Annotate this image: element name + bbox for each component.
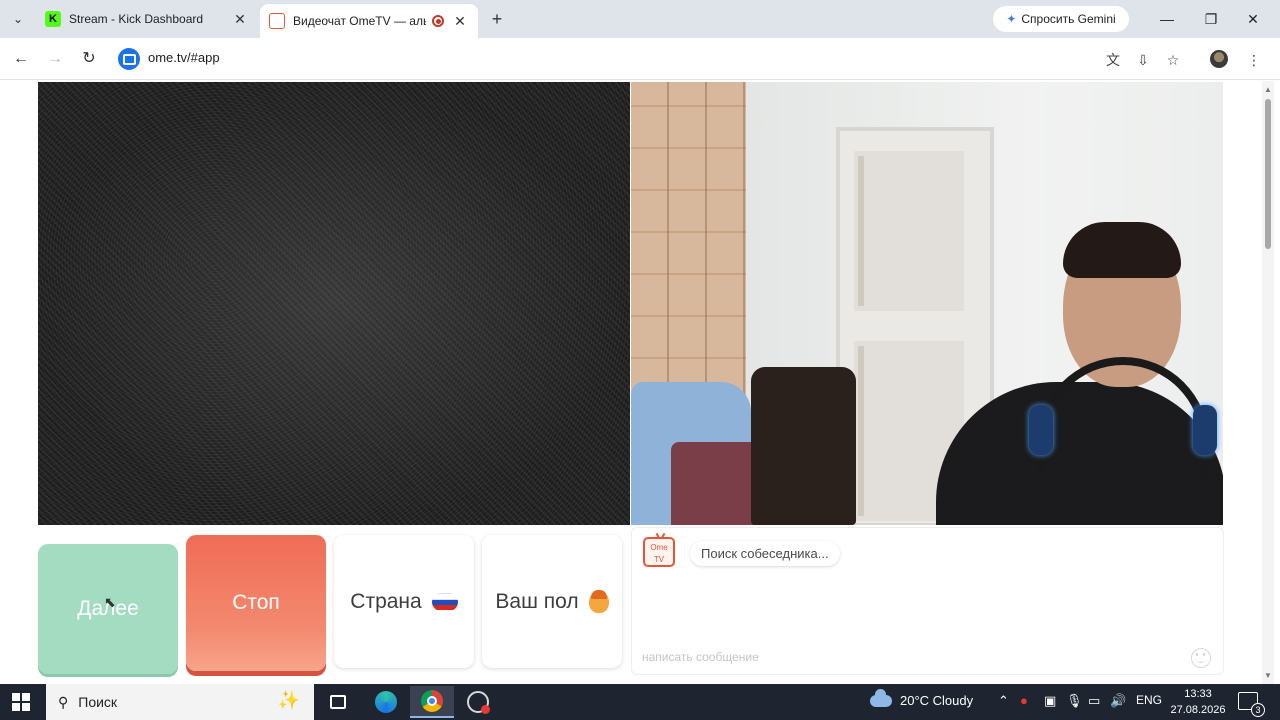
mouse-cursor-icon: ⬉ [104,594,116,610]
close-window-button[interactable]: ✕ [1238,7,1268,31]
windows-start-icon[interactable] [12,693,30,711]
edge-taskbar-button[interactable] [364,686,408,718]
language-indicator[interactable]: ENG [1136,693,1162,707]
ometv-logo-icon: Ome TV [643,537,675,567]
stop-button[interactable]: Стоп [186,535,326,671]
chrome-taskbar-button[interactable] [410,686,454,718]
partner-video-static [38,82,630,525]
tab-kick-dashboard[interactable]: K Stream - Kick Dashboard ✕ [36,4,258,34]
gemini-sparkle-icon: ✦ [1006,12,1017,26]
tab-title: Stream - Kick Dashboard [69,12,204,26]
gender-filter-button[interactable]: Ваш пол [482,535,622,668]
new-tab-button[interactable]: + [486,8,508,30]
scroll-up-icon[interactable]: ▲ [1264,85,1272,94]
scrollbar-thumb[interactable] [1265,99,1271,249]
chrome-icon [421,690,443,712]
tray-overflow-chevron-icon[interactable]: ⌃ [998,693,1009,709]
ask-gemini-button[interactable]: ✦ Спросить Gemini [993,6,1129,32]
url-field[interactable]: ome.tv/#app [148,50,220,65]
message-input[interactable] [642,650,1182,664]
chat-panel: Ome TV Поиск собеседника... [631,527,1224,675]
gemini-label: Спросить Gemini [1021,12,1116,26]
ometv-favicon-icon [269,13,285,29]
tray-device-icon[interactable]: ▣ [1044,693,1056,709]
gender-label: Ваш пол [495,589,579,613]
notification-count-badge: 3 [1251,703,1265,717]
tab-close-icon[interactable]: ✕ [232,11,248,28]
taskbar-search-box[interactable]: ⚲ Поиск ✨ [46,684,314,720]
tab-title: Видеочат OmeTV — альте [293,14,426,28]
microphone-icon[interactable]: 🎙 [1066,693,1083,709]
task-view-icon [330,695,346,709]
clock-time: 13:33 [1184,688,1212,700]
page-scrollbar[interactable]: ▲ ▼ [1262,81,1274,684]
reload-icon[interactable]: ↻ [78,48,100,70]
tab-close-icon[interactable]: ✕ [452,13,468,30]
edge-icon [375,691,397,713]
russia-flag-icon [431,592,458,611]
stop-label: Стоп [232,591,280,614]
search-highlight-sparkle-icon: ✨ [277,690,300,710]
emoji-smiley-icon[interactable] [1191,648,1211,668]
minimize-button[interactable]: — [1152,7,1182,31]
boy-face-icon [588,589,609,613]
more-menu-icon[interactable]: ⋮ [1243,49,1265,71]
obs-recording-icon [467,691,490,714]
kick-favicon-icon: K [45,11,61,27]
recording-indicator-icon [432,15,444,27]
notification-center-icon[interactable]: 3 [1238,692,1265,717]
weather-text: 20°C Cloudy [900,693,974,708]
tab-search-chevron-icon[interactable]: ⌄ [6,7,30,31]
country-label: Страна [350,589,422,613]
install-app-icon[interactable]: ⇩ [1132,49,1154,71]
task-view-button[interactable] [316,686,360,718]
site-info-icon[interactable] [118,48,140,70]
bookmark-star-icon[interactable]: ☆ [1162,49,1184,71]
search-icon: ⚲ [58,693,69,710]
windows-taskbar: ⚲ Поиск ✨ 20°C Cloudy ⌃ ● ▣ 🎙 ▭ 🔊 ENG 13… [0,684,1280,720]
cloud-icon [870,688,892,707]
country-filter-button[interactable]: Страна [334,535,474,668]
forward-arrow-icon[interactable]: → [44,48,66,70]
taskbar-clock[interactable]: 13:33 27.08.2026 [1168,686,1228,718]
obs-taskbar-button[interactable] [456,686,500,718]
tab-strip: ⌄ K Stream - Kick Dashboard ✕ Видеочат O… [0,0,1280,38]
translate-icon[interactable]: ⽂ [1102,49,1124,71]
tray-recording-icon[interactable]: ● [1020,693,1028,708]
search-placeholder: Поиск [78,694,118,710]
clock-date: 27.08.2026 [1170,704,1226,716]
tab-ometv[interactable]: Видеочат OmeTV — альте ✕ [260,4,478,38]
network-icon[interactable]: ▭ [1088,693,1100,709]
chat-status-message: Поиск собеседника... [690,541,840,566]
volume-icon[interactable]: 🔊 [1110,693,1126,709]
restore-button[interactable]: ❐ [1196,7,1226,31]
profile-avatar[interactable] [1210,50,1228,68]
back-arrow-icon[interactable]: ← [10,48,32,70]
self-camera-video [631,82,1223,525]
scroll-down-icon[interactable]: ▼ [1264,671,1272,680]
weather-widget[interactable]: 20°C Cloudy [870,688,974,708]
